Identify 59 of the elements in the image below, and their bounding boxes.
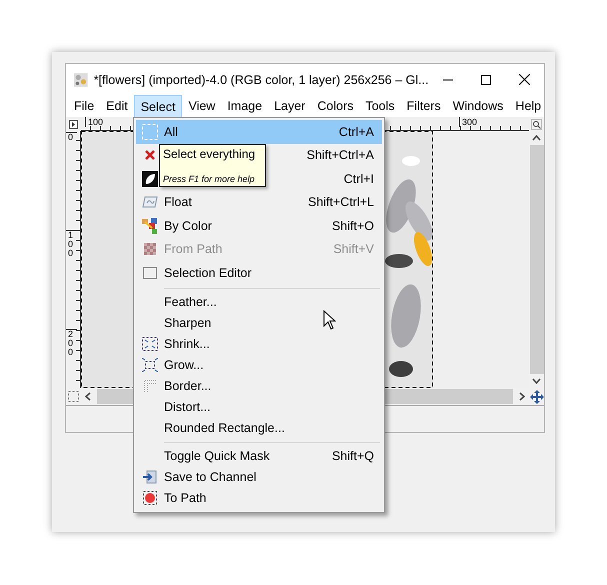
menu-item[interactable]: To Path — [136, 488, 382, 508]
dotted-border-icon — [144, 380, 156, 392]
save-arrow-icon — [143, 470, 157, 484]
ruler-label: 100 — [85, 117, 104, 127]
float-icon — [142, 195, 158, 210]
flower-thumbnail-icon — [74, 72, 88, 88]
ruler-menu-button[interactable] — [66, 117, 81, 131]
zoom-button[interactable] — [529, 117, 544, 131]
checker-icon — [144, 243, 156, 256]
menu-bar-item[interactable]: Image — [221, 95, 268, 117]
dotted-rectangle-icon — [143, 266, 157, 279]
menu-bar-item[interactable]: Tools — [359, 95, 401, 117]
grow-icon — [142, 358, 158, 372]
menu-item[interactable]: Toggle Quick Mask Shift+Q — [136, 446, 382, 466]
ruler-label: 200 — [66, 329, 77, 357]
tooltip-hint: Press F1 for more help — [163, 174, 256, 184]
mouse-pointer-icon — [323, 310, 336, 330]
menu-bar-item[interactable]: Colors — [311, 95, 360, 117]
menu-item[interactable]: Grow... — [136, 354, 382, 376]
ruler-label: 100 — [66, 230, 77, 258]
menu-item[interactable]: Float Shift+Ctrl+L — [136, 190, 382, 214]
menu-item[interactable]: Selection Editor — [136, 261, 382, 284]
ruler-label: 0 — [66, 132, 77, 142]
scroll-down-icon[interactable] — [532, 378, 541, 384]
menu-bar-item[interactable]: View — [182, 95, 222, 117]
menu-bar-item[interactable]: Help — [509, 95, 548, 117]
menu-item[interactable]: Rounded Rectangle... — [136, 418, 382, 438]
tooltip-text: Select everything — [163, 147, 256, 161]
menu-item[interactable]: Sharpen — [136, 312, 382, 334]
menu-item[interactable]: Save to Channel — [136, 466, 382, 488]
scroll-left-icon[interactable] — [85, 392, 91, 401]
ruler-label: 300 — [458, 117, 477, 127]
color-swatches-icon — [142, 218, 158, 234]
maximize-icon — [481, 74, 492, 84]
scrollbar-thumb[interactable] — [530, 145, 544, 374]
menu-item[interactable]: Feather... — [136, 292, 382, 312]
menu-bar-item[interactable]: Edit — [100, 95, 134, 117]
shrink-icon — [142, 337, 158, 351]
invert-icon — [142, 170, 158, 187]
menu-bar-item[interactable]: Select — [134, 95, 182, 117]
menu-item[interactable]: Shift+Ctrl+A — [266, 144, 374, 167]
dashed-selection-icon — [142, 124, 158, 140]
menu-bar-item[interactable]: Layer — [268, 95, 312, 117]
menu-item[interactable]: Distort... — [136, 396, 382, 418]
close-icon — [519, 74, 530, 85]
menu-bar-item[interactable]: File — [68, 95, 100, 117]
menu-bar-item[interactable]: Windows — [446, 95, 510, 117]
window-title: *[flowers] (imported)-4.0 (RGB color, 1 layer) 256x256 – Gl... — [94, 72, 429, 86]
menu-item[interactable]: Border... — [136, 376, 382, 396]
menu-item[interactable]: Shrink... — [136, 334, 382, 354]
scroll-right-icon[interactable] — [519, 392, 525, 401]
move-arrows-icon — [530, 390, 544, 404]
menu-item[interactable]: By Color Shift+O — [136, 214, 382, 238]
scroll-up-icon[interactable] — [532, 135, 541, 141]
dot-in-selection-icon — [143, 491, 157, 505]
menu-bar-item[interactable]: Filters — [400, 95, 447, 117]
menu-item[interactable]: All Ctrl+A — [136, 120, 382, 144]
menu-item[interactable]: Ctrl+I — [266, 167, 374, 190]
cross-icon — [145, 150, 155, 160]
